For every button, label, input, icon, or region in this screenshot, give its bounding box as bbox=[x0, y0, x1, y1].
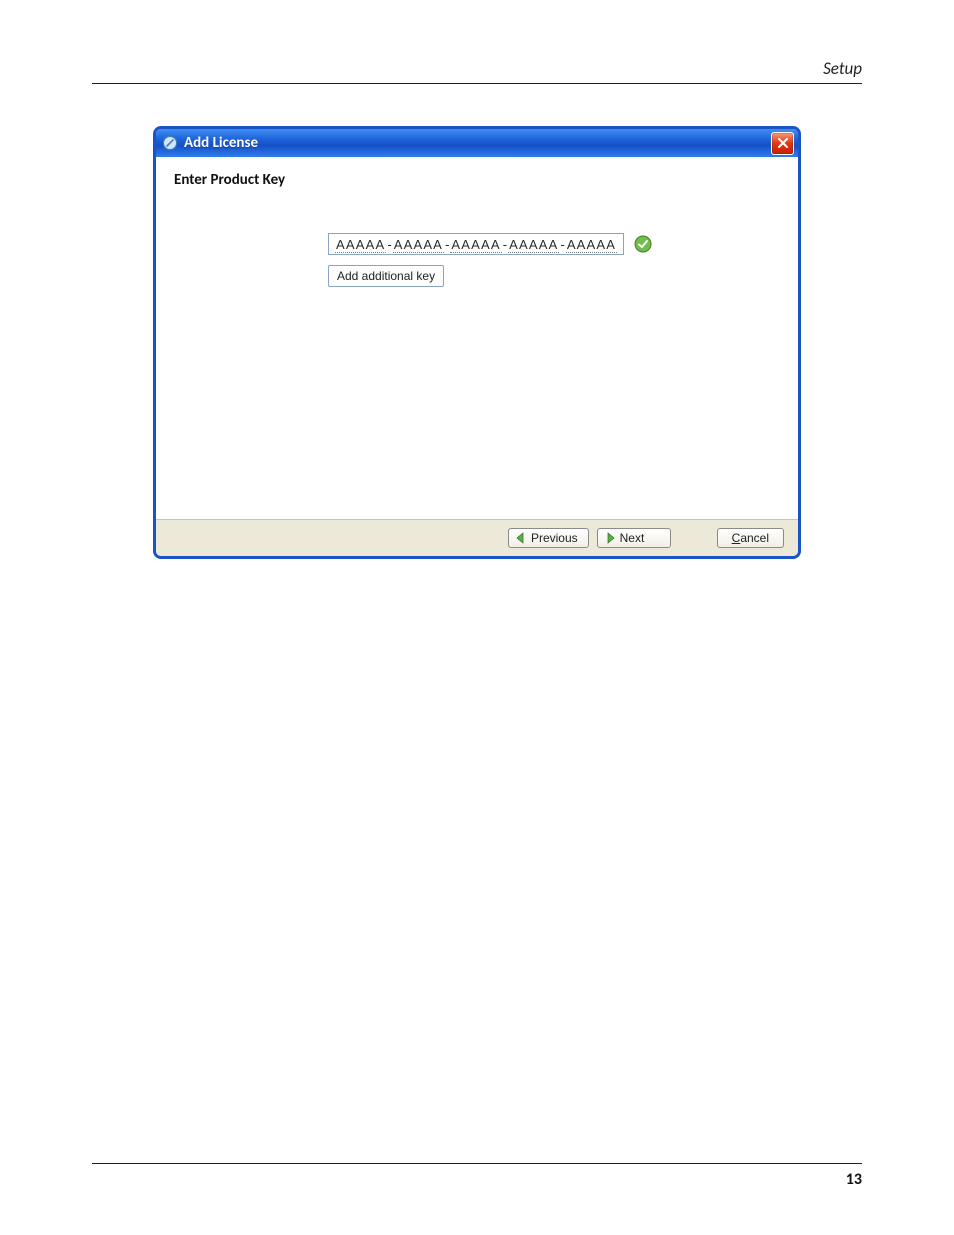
close-button[interactable] bbox=[771, 132, 794, 155]
arrow-left-icon bbox=[515, 532, 527, 544]
previous-button[interactable]: Previous bbox=[508, 528, 589, 548]
check-circle-icon bbox=[634, 235, 652, 253]
key-group-1: AAAAA bbox=[335, 237, 386, 253]
key-group-2: AAAAA bbox=[393, 237, 444, 253]
arrow-right-icon bbox=[604, 532, 616, 544]
page-header: Setup bbox=[92, 58, 862, 84]
dialog-subtitle: Enter Product Key bbox=[174, 171, 780, 189]
page-header-label: Setup bbox=[823, 58, 862, 79]
page-footer: 13 bbox=[92, 1163, 862, 1189]
dialog-title: Add License bbox=[184, 134, 771, 152]
key-group-5: AAAAA bbox=[566, 237, 617, 253]
product-key-input[interactable]: AAAAA-AAAAA-AAAAA-AAAAA-AAAAA bbox=[328, 233, 624, 255]
close-icon bbox=[777, 137, 789, 149]
dialog-titlebar[interactable]: Add License bbox=[156, 129, 798, 157]
dialog-buttonbar: Previous Next Cancel bbox=[156, 519, 798, 556]
document-page: Setup Add License Enter Product Key AAAA… bbox=[0, 0, 954, 1235]
previous-label: Previous bbox=[531, 531, 578, 545]
add-license-dialog: Add License Enter Product Key AAAAA-AAAA… bbox=[153, 126, 801, 559]
key-group-3: AAAAA bbox=[450, 237, 501, 253]
key-valid-icon bbox=[634, 235, 652, 253]
next-label: Next bbox=[620, 531, 645, 545]
add-additional-key-button[interactable]: Add additional key bbox=[328, 265, 444, 287]
cancel-button[interactable]: Cancel bbox=[717, 528, 784, 548]
cancel-label: Cancel bbox=[732, 531, 769, 545]
app-icon bbox=[162, 135, 178, 151]
key-group-4: AAAAA bbox=[508, 237, 559, 253]
product-key-row: AAAAA-AAAAA-AAAAA-AAAAA-AAAAA bbox=[174, 233, 780, 255]
block-icon bbox=[162, 135, 178, 151]
dialog-content: Enter Product Key AAAAA-AAAAA-AAAAA-AAAA… bbox=[156, 157, 798, 519]
next-button[interactable]: Next bbox=[597, 528, 671, 548]
page-number: 13 bbox=[846, 1170, 862, 1189]
